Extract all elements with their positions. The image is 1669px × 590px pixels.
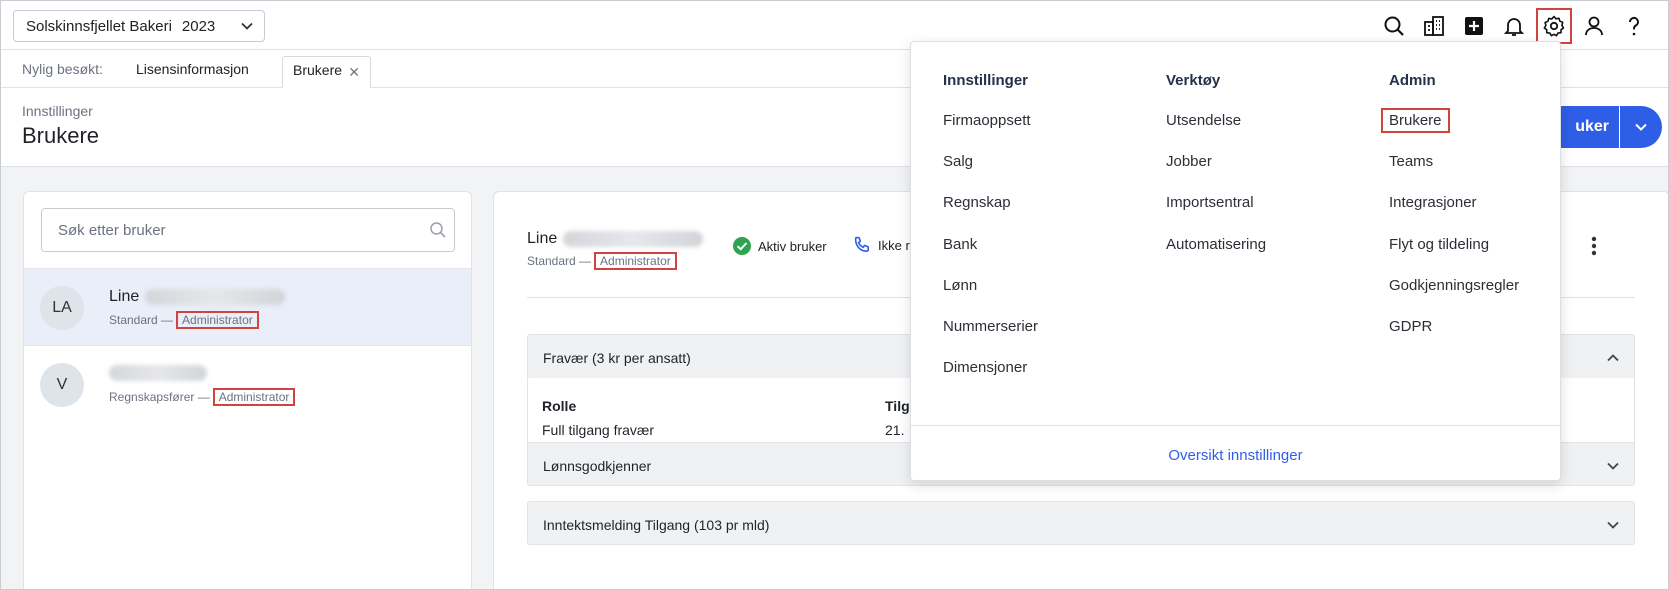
user-list-item[interactable]: LA Line Standard — Administrator xyxy=(24,268,471,345)
recent-label: Nylig besøkt: xyxy=(22,61,103,77)
buildings-icon[interactable] xyxy=(1419,11,1449,41)
chevron-up-icon xyxy=(1607,354,1619,362)
user-search-input[interactable] xyxy=(41,208,455,252)
tab-brukere[interactable]: Brukere ✕ xyxy=(282,56,372,88)
menu-item-flyt-og-tildeling[interactable]: Flyt og tildeling xyxy=(1389,236,1489,253)
column-header-rolle: Rolle xyxy=(542,398,577,414)
accordion-title: Lønnsgodkjenner xyxy=(543,458,652,474)
chevron-down-icon xyxy=(1607,521,1619,529)
menu-item-integrasjoner[interactable]: Integrasjoner xyxy=(1389,194,1477,211)
search-icon[interactable] xyxy=(1379,11,1409,41)
chevron-down-icon xyxy=(1607,462,1619,470)
top-icon-bar xyxy=(1,8,1668,44)
check-circle-icon xyxy=(733,237,751,255)
accordion-title: Fravær (3 kr per ansatt) xyxy=(543,350,691,366)
user-list-item[interactable]: V Regnskapsfører — Administrator xyxy=(24,345,471,422)
menu-item-utsendelse[interactable]: Utsendelse xyxy=(1166,112,1241,129)
accordion-title: Inntektsmelding Tilgang (103 pr mld) xyxy=(543,517,770,533)
menu-item-automatisering[interactable]: Automatisering xyxy=(1166,236,1266,253)
breadcrumb[interactable]: Innstillinger xyxy=(22,103,93,119)
menu-item-importsentral[interactable]: Importsentral xyxy=(1166,194,1254,211)
user-role: Standard — Administrator xyxy=(109,311,259,329)
bell-icon[interactable] xyxy=(1499,11,1529,41)
menu-item-dimensjoner[interactable]: Dimensjoner xyxy=(943,359,1027,376)
role-administrator: Administrator xyxy=(212,388,296,406)
menu-item-godkjenningsregler[interactable]: Godkjenningsregler xyxy=(1389,277,1519,294)
detail-user-role: Standard — Administrator xyxy=(527,252,677,270)
role-administrator: Administrator xyxy=(594,252,677,270)
column-header-tilgang: Tilg xyxy=(885,398,910,414)
role-administrator: Administrator xyxy=(176,311,259,329)
menu-column-title: Admin xyxy=(1389,72,1436,89)
accordion-inntektsmelding[interactable]: Inntektsmelding Tilgang (103 pr mld) xyxy=(527,501,1635,545)
menu-column-title: Innstillinger xyxy=(943,72,1029,89)
menu-item-nummerserier[interactable]: Nummerserier xyxy=(943,318,1038,335)
menu-item-brukere[interactable]: Brukere xyxy=(1381,108,1450,133)
user-icon[interactable] xyxy=(1579,11,1609,41)
menu-item-salg[interactable]: Salg xyxy=(943,153,973,170)
search-icon xyxy=(430,222,446,238)
user-list-panel: LA Line Standard — Administrator V Regns… xyxy=(23,191,472,589)
avatar: LA xyxy=(40,286,84,330)
close-icon[interactable]: ✕ xyxy=(348,64,360,81)
phone-icon xyxy=(854,236,870,252)
add-icon[interactable] xyxy=(1459,11,1489,41)
menu-item-jobber[interactable]: Jobber xyxy=(1166,153,1212,170)
user-name xyxy=(109,365,207,381)
help-icon[interactable] xyxy=(1619,11,1649,41)
status-badge: Aktiv bruker xyxy=(732,236,827,256)
app-window: Solskinnsfjellet Bakeri 2023 Nylig besøk… xyxy=(0,0,1669,590)
page-title: Brukere xyxy=(22,123,100,148)
settings-overview-link[interactable]: Oversikt innstillinger xyxy=(911,447,1560,464)
gear-icon[interactable] xyxy=(1536,8,1572,44)
menu-item-regnskap[interactable]: Regnskap xyxy=(943,194,1011,211)
tab-lisensinformasjon[interactable]: Lisensinformasjon xyxy=(126,56,259,88)
new-user-dropdown-button[interactable] xyxy=(1620,106,1662,148)
menu-item-teams[interactable]: Teams xyxy=(1389,153,1433,170)
tab-label: Brukere xyxy=(293,62,343,78)
new-user-label: uker xyxy=(1575,118,1609,135)
phone-status: Ikke re xyxy=(852,235,917,255)
tab-label: Lisensinformasjon xyxy=(136,61,249,77)
cell-rolle: Full tilgang fravær xyxy=(542,422,655,438)
settings-menu: Innstillinger Firmaoppsett Salg Regnskap… xyxy=(910,41,1561,481)
menu-item-firmaoppsett[interactable]: Firmaoppsett xyxy=(943,112,1031,129)
user-role: Regnskapsfører — Administrator xyxy=(109,388,296,406)
more-options-icon[interactable] xyxy=(1584,234,1604,258)
user-name: Line xyxy=(109,288,286,306)
detail-user-name: Line xyxy=(527,230,704,248)
chevron-down-icon xyxy=(1635,123,1647,131)
menu-item-gdpr[interactable]: GDPR xyxy=(1389,318,1432,335)
menu-column-title: Verktøy xyxy=(1166,72,1221,89)
avatar: V xyxy=(40,363,84,407)
cell-tilgang: 21. xyxy=(885,422,905,438)
divider xyxy=(911,425,1560,426)
menu-item-lonn[interactable]: Lønn xyxy=(943,277,977,294)
menu-item-bank[interactable]: Bank xyxy=(943,236,977,253)
